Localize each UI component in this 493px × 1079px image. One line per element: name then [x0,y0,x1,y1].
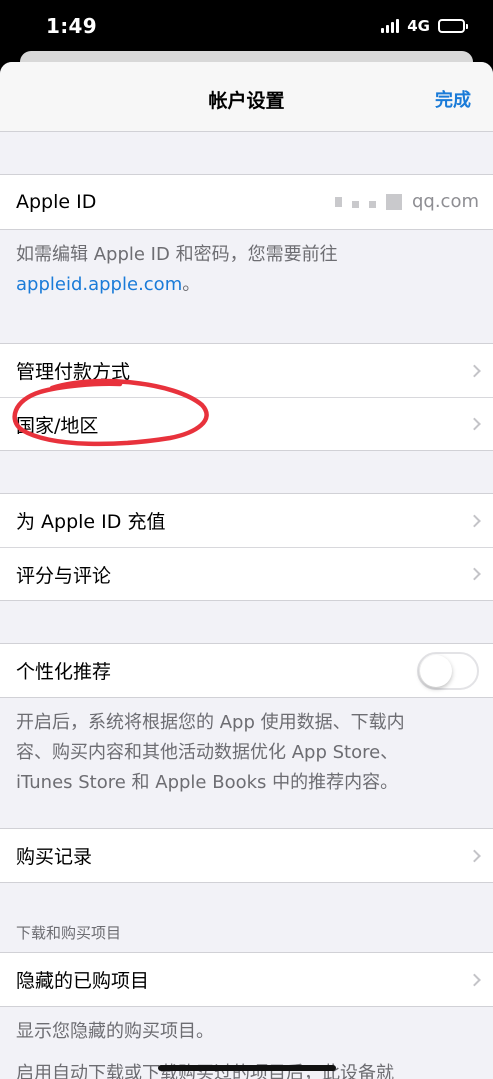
status-bar: 1:49 4G [0,0,493,54]
home-indicator[interactable] [158,1065,336,1071]
country-region-label: 国家/地区 [16,414,99,437]
apple-id-section: Apple ID qq.com [0,174,493,230]
page-title: 帐户设置 [208,90,285,112]
redaction [334,196,342,207]
purchase-history-section: 购买记录 [0,828,493,883]
apple-id-label: Apple ID [16,191,97,213]
apple-id-footer-line: 如需编辑 Apple ID 和密码，您需要前往 [16,244,338,265]
add-funds-label: 为 Apple ID 充值 [16,511,166,533]
personalization-footer-line: 容、购买内容和其他活动数据优化 App Store、 [16,742,399,763]
personalization-footer: 开启后，系统将根据您的 App 使用数据、下载内 容、购买内容和其他活动数据优化… [0,698,493,828]
personalized-recommendations-toggle[interactable] [417,651,479,690]
personalization-section: 个性化推荐 [0,643,493,698]
apple-id-row[interactable]: Apple ID qq.com [0,175,493,229]
signal-icon [381,19,400,33]
status-time: 1:49 [46,14,97,38]
downloads-footer-line: 显示您隐藏的购买项目。 [16,1021,214,1042]
personalized-recommendations-label: 个性化推荐 [16,661,112,683]
country-region-row[interactable]: 国家/地区 [0,397,493,450]
chevron-right-icon [468,514,481,527]
add-funds-row[interactable]: 为 Apple ID 充值 [0,494,493,547]
funds-section: 为 Apple ID 充值 评分与评论 [0,493,493,601]
purchase-history-row[interactable]: 购买记录 [0,829,493,882]
appleid-link[interactable]: appleid.apple.com [16,274,182,295]
personalization-footer-line: iTunes Store 和 Apple Books 中的推荐内容。 [16,772,399,793]
apple-id-footer: 如需编辑 Apple ID 和密码，您需要前往 appleid.apple.co… [0,230,493,343]
redaction [385,193,402,210]
personalization-footer-line: 开启后，系统将根据您的 App 使用数据、下载内 [16,712,405,733]
personalized-recommendations-row: 个性化推荐 [0,644,493,697]
chevron-right-icon [468,417,481,431]
manage-payment-row[interactable]: 管理付款方式 [0,344,493,397]
chevron-right-icon [468,567,481,581]
purchase-history-label: 购买记录 [16,846,93,868]
done-button[interactable]: 完成 [435,86,471,112]
chevron-right-icon [468,364,481,377]
apple-id-email-suffix: qq.com [411,191,479,212]
status-indicators: 4G [381,17,468,35]
footer-period: 。 [182,274,201,295]
ratings-reviews-row[interactable]: 评分与评论 [0,547,493,600]
battery-icon [438,19,468,33]
account-settings-sheet: 帐户设置 完成 Apple ID qq.com 如需编辑 Apple ID 和密… [0,62,493,1079]
navigation-bar: 帐户设置 完成 [0,62,493,132]
downloads-section: 隐藏的已购项目 [0,952,493,1007]
apple-id-value: qq.com [334,191,479,212]
downloads-section-header: 下载和购买项目 [16,924,122,942]
toggle-knob [420,654,452,687]
redaction [368,200,376,208]
hidden-purchases-row[interactable]: 隐藏的已购项目 [0,953,493,1006]
chevron-right-icon [468,973,481,986]
redaction [351,200,359,208]
manage-payment-label: 管理付款方式 [16,361,131,383]
hidden-purchases-label: 隐藏的已购项目 [16,970,150,992]
network-type: 4G [407,17,430,35]
ratings-reviews-label: 评分与评论 [16,564,112,587]
payment-section: 管理付款方式 国家/地区 [0,343,493,451]
chevron-right-icon [468,849,481,862]
